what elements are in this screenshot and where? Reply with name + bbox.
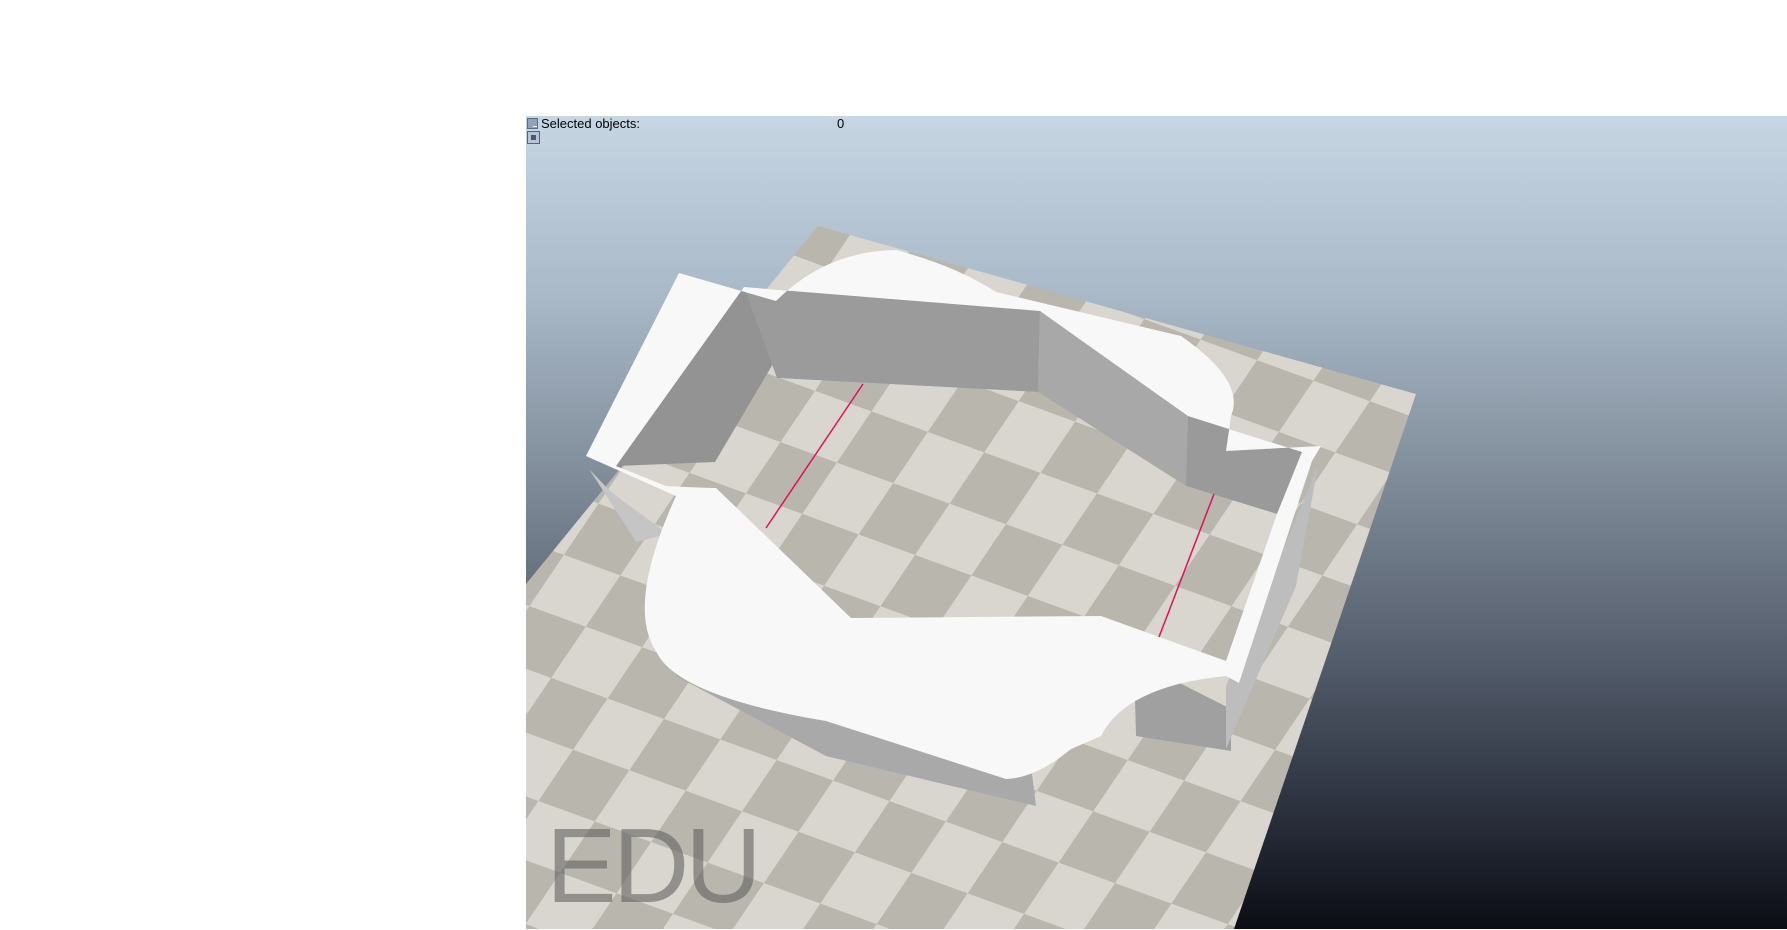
viewport-options-button[interactable]: [527, 131, 540, 144]
selected-objects-label: Selected objects:: [541, 116, 641, 131]
edu-watermark: EDU: [546, 807, 762, 925]
3d-viewport[interactable]: Selected objects: 0 EDU: [526, 116, 1787, 929]
collapse-panel-button[interactable]: [527, 118, 538, 129]
selection-info-bar: Selected objects: 0: [526, 116, 1787, 144]
selected-objects-count: 0: [837, 116, 845, 131]
